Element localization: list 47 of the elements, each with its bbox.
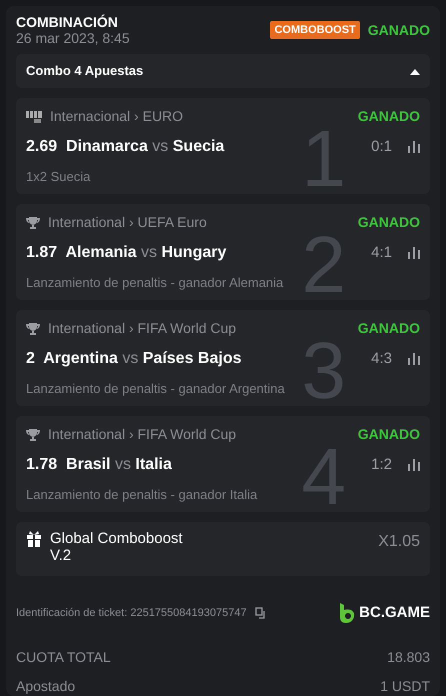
caret-icon[interactable] (410, 68, 420, 74)
leg-status: GANADO (358, 107, 420, 126)
match-score: 4:1 (371, 242, 392, 263)
total-value: 1 USDT (380, 676, 430, 696)
match-score: 1:2 (371, 454, 392, 475)
brand-logo-icon (339, 603, 356, 624)
brand-name: BC.GAME (359, 603, 430, 623)
ticket-id: Identificación de ticket: 2251755084193075747 (16, 606, 247, 621)
match-line: 1.87 Alemania vs Hungary (26, 243, 226, 263)
leg-status: GANADO (358, 425, 420, 444)
market-selection: Lanzamiento de penaltis - ganador Argentina (26, 380, 286, 398)
trophy-icon (26, 322, 40, 336)
bet-date: 26 mar 2023, 8:45 (16, 30, 130, 46)
stats-icon[interactable] (408, 459, 420, 471)
comboboost-badge: COMBOBOOST (270, 20, 360, 40)
federation-logo-icon (26, 110, 42, 123)
trophy-icon (26, 428, 40, 442)
match-line: 2.69 Dinamarca vs Suecia (26, 137, 224, 157)
leg-status: GANADO (358, 319, 420, 338)
copy-icon[interactable] (254, 607, 266, 620)
market-selection: Lanzamiento de penaltis - ganador Alemania (26, 274, 284, 292)
match-line: 1.78 Brasil vs Italia (26, 455, 172, 475)
ticket-title: COMBINACIÓN (16, 14, 119, 30)
trophy-icon (26, 216, 40, 230)
total-label: CUOTA TOTAL (16, 648, 111, 666)
market-selection: 1x2 Suecia (26, 168, 92, 186)
gift-icon (26, 531, 42, 547)
boost-version: V.2 (50, 547, 72, 564)
league-path: International › UEFA Euro (48, 213, 207, 232)
leg-status: GANADO (358, 213, 420, 232)
league-path: International › FIFA World Cup (48, 319, 236, 338)
market-selection: Lanzamiento de penaltis - ganador Italia (26, 486, 258, 504)
match-line: 2 Argentina vs Países Bajos (26, 349, 242, 369)
stats-icon[interactable] (408, 247, 420, 259)
total-value: 18.803 (387, 648, 430, 666)
total-label: Apostado (16, 676, 76, 696)
league-path: Internacional › EURO (50, 107, 184, 126)
combo-toggle[interactable]: Combo 4 Apuestas (16, 54, 430, 88)
stats-icon[interactable] (408, 141, 420, 153)
match-score: 0:1 (371, 136, 392, 157)
stats-icon[interactable] (408, 353, 420, 365)
match-score: 4:3 (371, 348, 392, 369)
league-path: International › FIFA World Cup (48, 425, 236, 444)
combo-label: Combo 4 Apuestas (26, 62, 144, 80)
boost-title: Global Comboboost (50, 530, 183, 547)
status-label: GANADO (368, 20, 430, 40)
boost-multiplier: X1.05 (378, 532, 420, 552)
